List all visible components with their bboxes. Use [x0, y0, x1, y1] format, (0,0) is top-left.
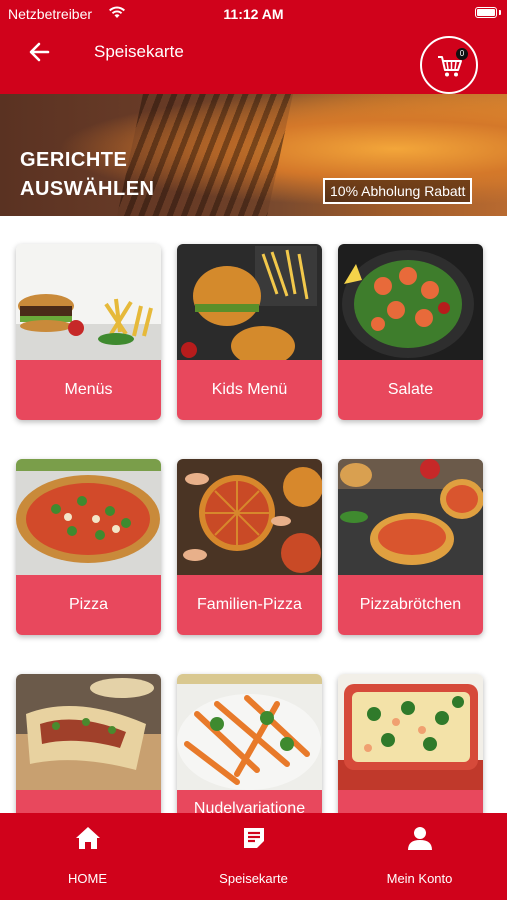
status-bar: Netzbetreiber 11:12 AM [0, 0, 507, 28]
category-tile-kids-menu[interactable]: Kids Menü [177, 244, 322, 420]
promo-badge: 10% Abholung Rabatt [323, 178, 473, 204]
nav-item-speisekarte[interactable]: Speisekarte [169, 813, 338, 900]
category-tile-menus[interactable]: Menüs [16, 244, 161, 420]
shrimp-salad-image [338, 244, 483, 360]
cart-count-badge: 0 [456, 48, 468, 60]
nav-label-speisekarte: Speisekarte [219, 871, 288, 886]
pizza-rolls-image [338, 459, 483, 575]
category-label: Salate [338, 360, 483, 420]
category-label: Kids Menü [177, 360, 322, 420]
wrap-image [16, 674, 161, 790]
home-icon [76, 827, 100, 849]
category-tile-familien-pizza[interactable]: Familien-Pizza [177, 459, 322, 635]
battery-icon [475, 7, 497, 18]
category-label: Familien-Pizza [177, 575, 322, 635]
category-tile-pizza[interactable]: Pizza [16, 459, 161, 635]
app-bar: Speisekarte 0 [0, 28, 507, 94]
nav-item-home[interactable]: HOME [3, 813, 172, 900]
banner-title-line2: AUSWÄHLEN [20, 178, 155, 200]
category-label: Pizzabrötchen [338, 575, 483, 635]
casserole-image [338, 674, 483, 790]
banner-title: GERICHTE AUSWÄHLEN [20, 146, 155, 204]
battery-tip [499, 10, 501, 15]
category-tile-pizzabroetchen[interactable]: Pizzabrötchen [338, 459, 483, 635]
bottom-nav: HOME Speisekarte Mein Konto [0, 813, 507, 900]
user-icon [408, 827, 432, 850]
nav-item-mein-konto[interactable]: Mein Konto [335, 813, 504, 900]
kids-burger-image [177, 244, 322, 360]
category-label: Pizza [16, 575, 161, 635]
status-time: 11:12 AM [223, 6, 284, 22]
category-label: Menüs [16, 360, 161, 420]
cart-button[interactable]: 0 [420, 36, 478, 94]
pizza-image [16, 459, 161, 575]
nav-label-mein-konto: Mein Konto [386, 871, 453, 886]
back-button[interactable] [26, 38, 54, 66]
noodles-image [177, 674, 322, 790]
family-pizza-image [177, 459, 322, 575]
page-title: Speisekarte [94, 42, 184, 61]
menu-list-icon [244, 828, 264, 848]
promo-banner: GERICHTE AUSWÄHLEN 10% Abholung Rabatt [0, 94, 507, 216]
nav-label-home: HOME [68, 871, 107, 886]
arrow-left-icon [29, 42, 50, 62]
burger-fries-image [16, 244, 161, 360]
category-tile-salate[interactable]: Salate [338, 244, 483, 420]
banner-title-line1: GERICHTE [20, 149, 128, 171]
